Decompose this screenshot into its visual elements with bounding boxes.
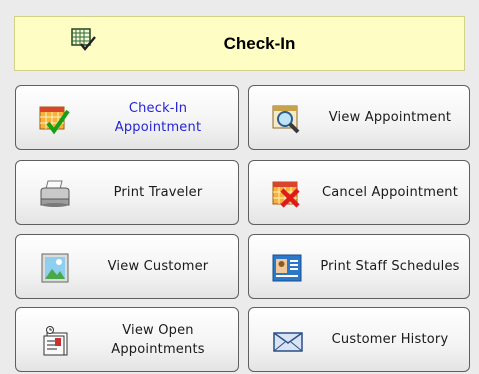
check-in-header: Check-In bbox=[14, 16, 465, 71]
print-staff-schedules-label: Print Staff Schedules bbox=[320, 259, 460, 274]
view-appointment-button[interactable]: View Appointment bbox=[248, 85, 470, 150]
id-card-icon bbox=[272, 254, 302, 282]
view-customer-label: View Customer bbox=[107, 259, 209, 274]
magnifier-calendar-icon bbox=[272, 105, 300, 134]
calendar-check-icon bbox=[39, 106, 70, 135]
view-open-appointments-button[interactable]: View Open Appointments bbox=[15, 307, 239, 372]
view-customer-button[interactable]: View Customer bbox=[15, 234, 239, 299]
printer-icon bbox=[40, 180, 70, 207]
view-open-appointments-label: View Open Appointments bbox=[111, 322, 205, 357]
print-staff-schedules-button[interactable]: Print Staff Schedules bbox=[248, 234, 470, 299]
picture-icon bbox=[41, 253, 69, 283]
customer-history-button[interactable]: Customer History bbox=[248, 307, 470, 372]
print-traveler-label: Print Traveler bbox=[113, 185, 203, 200]
customer-history-label: Customer History bbox=[331, 332, 449, 347]
page-title: Check-In bbox=[223, 34, 296, 53]
document-stack-icon bbox=[43, 326, 68, 356]
calendar-x-icon bbox=[272, 181, 300, 208]
view-appointment-label: View Appointment bbox=[328, 110, 452, 125]
print-traveler-button[interactable]: Print Traveler bbox=[15, 160, 239, 225]
cancel-appointment-label: Cancel Appointment bbox=[321, 185, 459, 200]
envelope-icon bbox=[273, 332, 303, 352]
check-in-appointment-label: Check-In Appointment bbox=[114, 100, 202, 135]
cancel-appointment-button[interactable]: Cancel Appointment bbox=[248, 160, 470, 225]
check-in-appointment-button[interactable]: Check-In Appointment bbox=[15, 85, 239, 150]
